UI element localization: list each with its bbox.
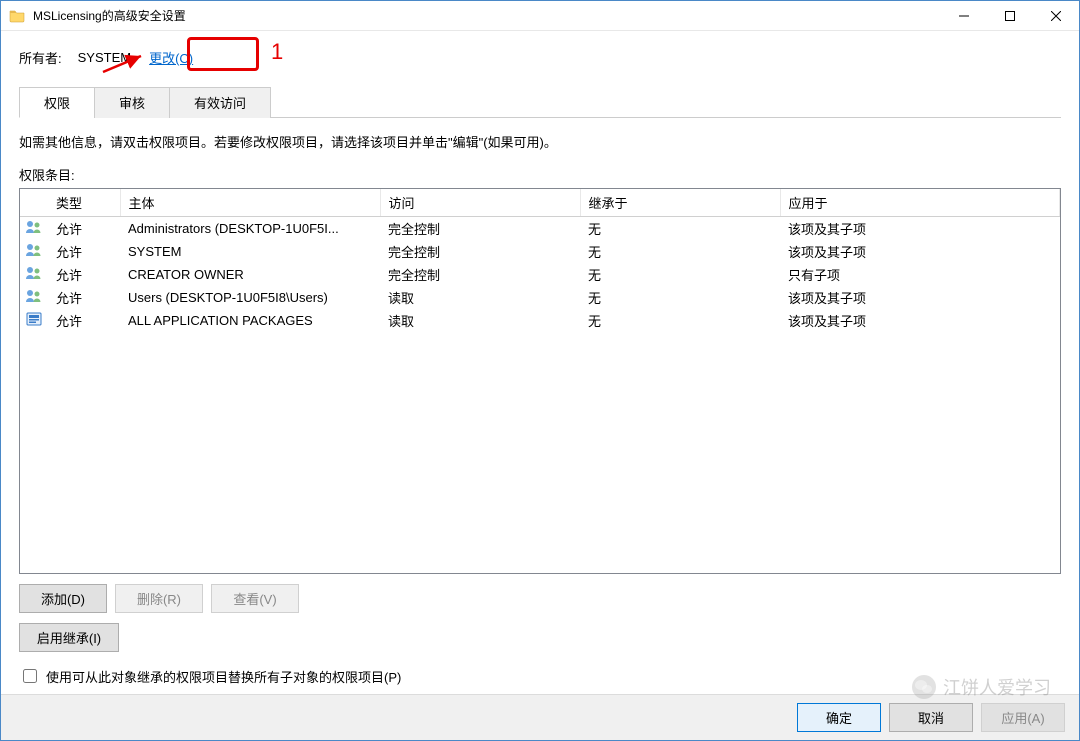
cell-applies: 该项及其子项	[780, 286, 1060, 309]
permission-table-container[interactable]: 类型 主体 访问 继承于 应用于 允许Administrators (DESKT…	[19, 188, 1061, 574]
cell-principal: Administrators (DESKTOP-1U0F5I...	[120, 217, 380, 241]
cell-principal: ALL APPLICATION PACKAGES	[120, 309, 380, 332]
ok-button[interactable]: 确定	[797, 703, 881, 732]
col-access[interactable]: 访问	[380, 189, 580, 217]
close-button[interactable]	[1033, 1, 1079, 30]
apply-button: 应用(A)	[981, 703, 1065, 732]
users-icon	[20, 240, 48, 263]
entries-label: 权限条目:	[19, 165, 1061, 184]
cell-principal: Users (DESKTOP-1U0F5I8\Users)	[120, 286, 380, 309]
content-area: 所有者: SYSTEM 更改(C) 1 权限 审核 有效访问 如需其他信息，请双…	[1, 31, 1079, 694]
cell-principal: CREATOR OWNER	[120, 263, 380, 286]
col-applies-to[interactable]: 应用于	[780, 189, 1060, 217]
permission-table: 类型 主体 访问 继承于 应用于 允许Administrators (DESKT…	[20, 189, 1060, 332]
enable-inheritance-button[interactable]: 启用继承(I)	[19, 623, 119, 652]
titlebar: MSLicensing的高级安全设置	[1, 1, 1079, 31]
maximize-button[interactable]	[987, 1, 1033, 30]
add-button[interactable]: 添加(D)	[19, 584, 107, 613]
owner-row: 所有者: SYSTEM 更改(C) 1	[19, 47, 1061, 68]
cell-applies: 该项及其子项	[780, 309, 1060, 332]
advanced-security-window: MSLicensing的高级安全设置 所有者: SYSTEM 更改(C)	[0, 0, 1080, 741]
table-row[interactable]: 允许SYSTEM完全控制无该项及其子项	[20, 240, 1060, 263]
cell-type: 允许	[48, 240, 120, 263]
view-button: 查看(V)	[211, 584, 299, 613]
cell-type: 允许	[48, 263, 120, 286]
col-type[interactable]: 类型	[48, 189, 120, 217]
cell-access: 读取	[380, 309, 580, 332]
change-owner-link[interactable]: 更改(C)	[147, 47, 195, 68]
cell-inherited: 无	[580, 217, 780, 241]
minimize-button[interactable]	[941, 1, 987, 30]
cell-principal: SYSTEM	[120, 240, 380, 263]
package-icon	[20, 309, 48, 332]
window-controls	[941, 1, 1079, 30]
tab-auditing[interactable]: 审核	[94, 87, 170, 118]
cell-access: 完全控制	[380, 263, 580, 286]
tab-permissions[interactable]: 权限	[19, 87, 95, 118]
col-inherited-from[interactable]: 继承于	[580, 189, 780, 217]
table-row[interactable]: 允许Administrators (DESKTOP-1U0F5I...完全控制无…	[20, 217, 1060, 241]
folder-icon	[9, 8, 25, 24]
replace-children-label: 使用可从此对象继承的权限项目替换所有子对象的权限项目(P)	[46, 667, 401, 686]
annotation-marker: 1	[271, 39, 283, 65]
owner-label: 所有者:	[19, 48, 62, 67]
cell-applies: 只有子项	[780, 263, 1060, 286]
cell-access: 完全控制	[380, 240, 580, 263]
owner-value: SYSTEM	[78, 50, 131, 65]
replace-children-checkbox[interactable]	[23, 669, 37, 683]
table-row[interactable]: 允许ALL APPLICATION PACKAGES读取无该项及其子项	[20, 309, 1060, 332]
table-row[interactable]: 允许Users (DESKTOP-1U0F5I8\Users)读取无该项及其子项	[20, 286, 1060, 309]
window-title: MSLicensing的高级安全设置	[33, 7, 941, 24]
cell-access: 完全控制	[380, 217, 580, 241]
inherit-button-row: 启用继承(I)	[19, 623, 1061, 652]
table-row[interactable]: 允许CREATOR OWNER完全控制无只有子项	[20, 263, 1060, 286]
cancel-button[interactable]: 取消	[889, 703, 973, 732]
cell-applies: 该项及其子项	[780, 217, 1060, 241]
hint-text: 如需其他信息，请双击权限项目。若要修改权限项目，请选择该项目并单击"编辑"(如果…	[19, 132, 1061, 151]
col-icon[interactable]	[20, 189, 48, 217]
cell-type: 允许	[48, 309, 120, 332]
tab-bar: 权限 审核 有效访问	[19, 86, 1061, 118]
table-header-row: 类型 主体 访问 继承于 应用于	[20, 189, 1060, 217]
remove-button: 删除(R)	[115, 584, 203, 613]
tab-effective-access[interactable]: 有效访问	[169, 87, 271, 118]
users-icon	[20, 217, 48, 241]
cell-inherited: 无	[580, 263, 780, 286]
cell-type: 允许	[48, 217, 120, 241]
cell-inherited: 无	[580, 286, 780, 309]
users-icon	[20, 263, 48, 286]
col-principal[interactable]: 主体	[120, 189, 380, 217]
dialog-footer: 确定 取消 应用(A)	[1, 694, 1079, 740]
replace-children-row[interactable]: 使用可从此对象继承的权限项目替换所有子对象的权限项目(P)	[19, 666, 1061, 686]
cell-type: 允许	[48, 286, 120, 309]
cell-inherited: 无	[580, 309, 780, 332]
cell-applies: 该项及其子项	[780, 240, 1060, 263]
cell-access: 读取	[380, 286, 580, 309]
action-button-row: 添加(D) 删除(R) 查看(V)	[19, 584, 1061, 613]
annotation-box	[187, 37, 259, 71]
users-icon	[20, 286, 48, 309]
cell-inherited: 无	[580, 240, 780, 263]
